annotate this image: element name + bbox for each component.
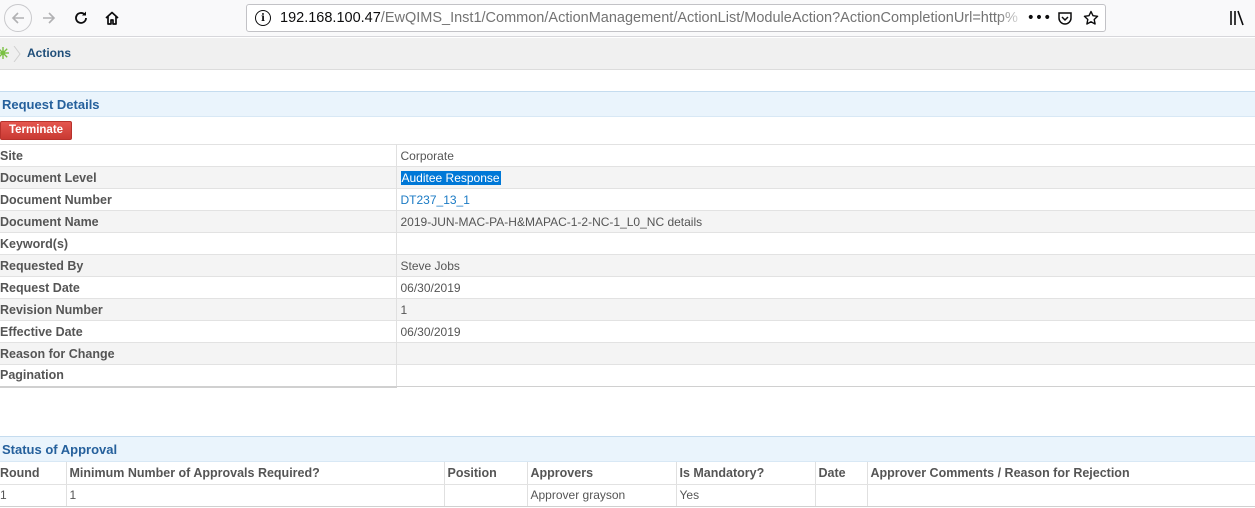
detail-label: Requested By <box>0 254 397 277</box>
detail-row: Reason for Change <box>0 342 1255 365</box>
detail-value: Auditee Response <box>396 166 1255 189</box>
breadcrumb-chevron-icon <box>13 46 21 62</box>
detail-label: Document Number <box>0 188 397 211</box>
detail-label: Request Date <box>0 276 397 299</box>
library-icon[interactable] <box>1228 9 1246 27</box>
detail-label: Effective Date <box>0 320 397 343</box>
bookmark-star-icon[interactable] <box>1083 9 1099 27</box>
detail-label: Pagination <box>0 364 397 388</box>
detail-label: Keyword(s) <box>0 232 397 255</box>
more-dots-icon[interactable]: ••• <box>1027 9 1052 27</box>
url-text[interactable]: 192.168.100.47/EwQIMS_Inst1/Common/Actio… <box>280 10 1018 26</box>
approval-column-header: Round <box>0 462 67 485</box>
approval-row: 1 1 Approver grayson Yes <box>0 484 1255 507</box>
breadcrumb-actions-link[interactable]: Actions <box>27 46 71 60</box>
detail-row: Revision Number 1 <box>0 298 1255 321</box>
request-details-table: Site Corporate Document Level Auditee Respo… <box>0 144 1255 388</box>
detail-row: Request Date 06/30/2019 <box>0 276 1255 299</box>
home-icon[interactable] <box>99 5 125 31</box>
approval-column-header: Approver Comments / Reason for Rejection <box>867 462 1255 485</box>
approval-cell: 1 <box>0 484 67 507</box>
back-arrow-icon[interactable] <box>4 4 32 32</box>
detail-value <box>396 364 1255 387</box>
url-actions: ••• <box>1027 9 1099 27</box>
detail-row: Document Number DT237_13_1 <box>0 188 1255 211</box>
detail-value: 06/30/2019 <box>396 276 1255 299</box>
detail-label: Site <box>0 144 397 167</box>
detail-value-text: 06/30/2019 <box>400 324 461 339</box>
approval-cell: 1 <box>66 484 445 507</box>
detail-value: Steve Jobs <box>396 254 1255 277</box>
forward-arrow-icon[interactable] <box>36 5 62 31</box>
approval-cell <box>444 484 528 507</box>
detail-row: Site Corporate <box>0 144 1255 167</box>
detail-value <box>396 232 1255 255</box>
document-number-link[interactable]: DT237_13_1 <box>401 193 470 207</box>
browser-toolbar: i 192.168.100.47/EwQIMS_Inst1/Common/Act… <box>0 0 1255 37</box>
detail-value-text: 06/30/2019 <box>400 280 461 295</box>
url-path: /EwQIMS_Inst1/Common/ActionManagement/Ac… <box>380 10 1018 26</box>
approval-cell <box>815 484 868 507</box>
detail-row: Pagination <box>0 364 1255 388</box>
detail-value <box>396 342 1255 365</box>
approval-column-header: Date <box>815 462 868 485</box>
detail-row: Effective Date 06/30/2019 <box>0 320 1255 343</box>
url-host: 192.168.100.47 <box>280 10 381 26</box>
detail-label: Document Level <box>0 166 397 189</box>
approval-column-header: Minimum Number of Approvals Required? <box>66 462 445 485</box>
status-of-approval-header: Status of Approval <box>0 436 1255 462</box>
detail-row: Document Name 2019-JUN-MAC-PA-H&MAPAC-1-2… <box>0 210 1255 233</box>
address-bar[interactable]: i 192.168.100.47/EwQIMS_Inst1/Common/Act… <box>246 4 1106 32</box>
detail-value: 06/30/2019 <box>396 320 1255 343</box>
approval-cell <box>867 484 1255 507</box>
request-details-title: Request Details <box>2 97 100 112</box>
terminate-button[interactable]: Terminate <box>0 121 72 140</box>
detail-value-text: Steve Jobs <box>400 258 460 273</box>
app-logo-icon[interactable] <box>0 47 9 59</box>
request-details-header: Request Details <box>0 91 1255 117</box>
detail-value-text: Corporate <box>400 148 454 163</box>
detail-value: 2019-JUN-MAC-PA-H&MAPAC-1-2-NC-1_L0_NC d… <box>396 210 1255 233</box>
approval-table: Round Minimum Number of Approvals Require… <box>0 462 1255 507</box>
detail-row: Document Level Auditee Response <box>0 166 1255 189</box>
detail-value-text: Auditee Response <box>400 170 501 185</box>
detail-label: Revision Number <box>0 298 397 321</box>
approval-cell: Approver grayson <box>527 484 677 507</box>
breadcrumb: Actions <box>0 38 1255 70</box>
detail-value: 1 <box>396 298 1255 321</box>
info-icon[interactable]: i <box>255 10 271 26</box>
url-fade <box>997 5 1027 31</box>
detail-value-text: 1 <box>400 302 408 317</box>
detail-value: DT237_13_1 <box>396 188 1255 211</box>
approval-column-header: Approvers <box>527 462 677 485</box>
approval-column-header: Is Mandatory? <box>676 462 816 485</box>
approval-column-header: Position <box>444 462 528 485</box>
detail-row: Requested By Steve Jobs <box>0 254 1255 277</box>
detail-label: Document Name <box>0 210 397 233</box>
status-of-approval-title: Status of Approval <box>2 442 118 457</box>
detail-label: Reason for Change <box>0 342 397 365</box>
detail-row: Keyword(s) <box>0 232 1255 255</box>
detail-value-text: 2019-JUN-MAC-PA-H&MAPAC-1-2-NC-1_L0_NC d… <box>400 214 703 229</box>
reload-icon[interactable] <box>68 5 94 31</box>
pocket-icon[interactable] <box>1057 9 1073 27</box>
detail-value: Corporate <box>396 144 1255 167</box>
approval-cell: Yes <box>676 484 816 507</box>
